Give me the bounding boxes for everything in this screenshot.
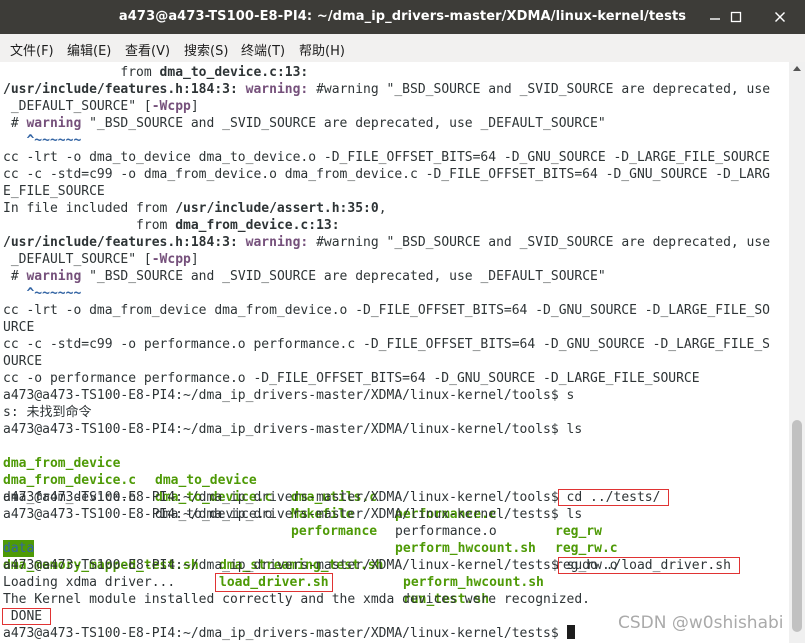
window-title: a473@a473-TS100-E8-PI4: ~/dma_ip_drivers…	[118, 9, 687, 24]
menu-file[interactable]: 文件(F)	[10, 40, 54, 59]
scroll-up-arrow-icon[interactable]	[793, 66, 801, 71]
terminal-line: from dma_to_device.c:13:	[3, 65, 309, 80]
ls-entry: perform_hwcount.sh	[403, 575, 544, 590]
maximize-button[interactable]	[718, 0, 754, 34]
highlighted-output: DONE	[2, 608, 51, 625]
ls-entry: perform_hwcount.sh	[395, 541, 536, 556]
terminal-line: cc -c -std=c99 -o performance.o performa…	[3, 337, 771, 352]
terminal-output[interactable]: from dma_to_device.c:13: /usr/include/fe…	[0, 62, 789, 643]
ls-row: dma_from_device dma_to_device dma_utils.…	[3, 438, 602, 539]
terminal-line: _DEFAULT_SOURCE" [-Wcpp]	[3, 252, 199, 267]
terminal-line: s: 未找到命令	[3, 405, 92, 420]
terminal-line: DONE	[2, 608, 51, 625]
title-bar: a473@a473-TS100-E8-PI4: ~/dma_ip_drivers…	[0, 0, 805, 34]
terminal-line: cc -c -std=c99 -o dma_from_device.o dma_…	[3, 167, 771, 182]
terminal-line: E_FILE_SOURCE	[3, 184, 105, 199]
watermark: CSDN @w0shishabi	[618, 613, 784, 633]
highlighted-file: load_driver.sh	[215, 573, 333, 592]
scrollbar-thumb[interactable]	[792, 420, 802, 632]
terminal-line: In file included from /usr/include/asser…	[3, 201, 387, 216]
terminal-line: Loading xdma driver...	[3, 575, 176, 590]
terminal-line: # warning "_BSD_SOURCE and _SVID_SOURCE …	[3, 116, 606, 131]
menu-terminal[interactable]: 终端(T)	[241, 40, 285, 59]
ls-entry: performance.o	[395, 524, 497, 539]
terminal-line: cc -lrt -o dma_to_device dma_to_device.o…	[3, 150, 771, 165]
ls-entry: reg_rw.c	[555, 541, 618, 556]
terminal-prompt-line: a473@a473-TS100-E8-PI4:~/dma_ip_drivers-…	[3, 388, 575, 403]
ls-row: dma_memory_mapped_test.sh load_driver.sh…	[3, 540, 489, 607]
highlighted-command: sudo ./load_driver.sh	[557, 557, 740, 574]
close-icon	[775, 12, 785, 22]
ls-entry: reg_rw	[555, 524, 602, 539]
ls-entry: dma_to_device	[155, 473, 257, 488]
terminal-line: # warning "_BSD_SOURCE and _SVID_SOURCE …	[3, 269, 606, 284]
terminal-line: OURCE	[3, 354, 43, 369]
terminal-prompt-line: a473@a473-TS100-E8-PI4:~/dma_ip_drivers-…	[3, 489, 670, 506]
terminal-line: from dma_from_device.c:13:	[3, 218, 340, 233]
terminal-line: cc -o performance performance.o -D_FILE_…	[3, 371, 700, 386]
menu-search[interactable]: 搜索(S)	[184, 40, 228, 59]
scrollbar[interactable]	[789, 62, 805, 643]
terminal-line: ^~~~~~~	[3, 133, 82, 148]
terminal-line: /usr/include/features.h:184:3: warning: …	[3, 235, 771, 250]
highlighted-command: cd ../tests/	[557, 489, 670, 506]
terminal-prompt-line[interactable]: a473@a473-TS100-E8-PI4:~/dma_ip_drivers-…	[3, 625, 575, 642]
text-cursor	[566, 625, 575, 639]
menu-edit[interactable]: 编辑(E)	[67, 40, 111, 59]
maximize-icon	[730, 11, 742, 23]
ls-row: dma_from_device.o dma_to_device.o perfor…	[3, 472, 618, 573]
terminal-line: ^~~~~~~	[3, 286, 82, 301]
ls-row: dma_from_device.c dma_to_device.c Makefi…	[3, 455, 618, 556]
terminal-prompt-line: a473@a473-TS100-E8-PI4:~/dma_ip_drivers-…	[3, 507, 583, 522]
terminal-prompt-line: a473@a473-TS100-E8-PI4:~/dma_ip_drivers-…	[3, 422, 583, 437]
terminal-line: /usr/include/features.h:184:3: warning: …	[3, 82, 771, 97]
close-button[interactable]	[762, 0, 798, 34]
ls-row: data dma_streaming_test.sh perform_hwcou…	[3, 523, 544, 590]
terminal-line: URCE	[3, 320, 35, 335]
menu-help[interactable]: 帮助(H)	[299, 40, 345, 59]
menu-bar: 文件(F) 编辑(E) 查看(V) 搜索(S) 终端(T) 帮助(H)	[0, 34, 805, 62]
terminal-line: cc -lrt -o dma_from_device dma_from_devi…	[3, 303, 771, 318]
ls-entry: performance	[291, 524, 378, 539]
terminal-line: _DEFAULT_SOURCE" [-Wcpp]	[3, 99, 199, 114]
terminal-line: The Kernel module installed correctly an…	[3, 592, 590, 607]
terminal-prompt-line: a473@a473-TS100-E8-PI4:~/dma_ip_drivers-…	[3, 557, 740, 574]
menu-view[interactable]: 查看(V)	[125, 40, 170, 59]
